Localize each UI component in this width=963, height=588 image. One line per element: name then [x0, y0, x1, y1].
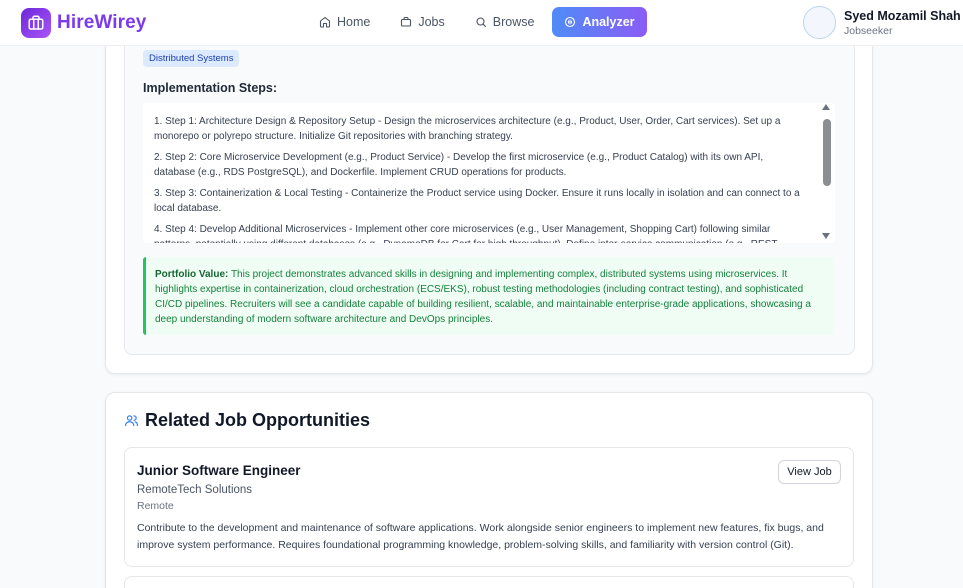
home-icon	[319, 16, 331, 28]
scrollbar-thumb[interactable]	[823, 119, 831, 186]
scroll-down-arrow-icon[interactable]	[822, 233, 830, 239]
main-nav: Home Jobs Browse Analyzer	[307, 7, 653, 37]
view-job-button[interactable]: View Job	[778, 460, 841, 484]
job-company: RemoteTech Solutions	[137, 484, 253, 496]
related-jobs-heading: Related Job Opportunities	[124, 410, 370, 431]
skill-tag: Distributed Systems	[143, 50, 240, 67]
implementation-heading: Implementation Steps:	[143, 81, 278, 95]
nav-item-analyzer[interactable]: Analyzer	[552, 7, 647, 37]
avatar[interactable]	[803, 6, 836, 39]
info-icon	[565, 16, 576, 28]
nav-item-label: Browse	[492, 15, 535, 29]
user-role: Jobseeker	[844, 24, 893, 37]
list-item: 1. Step 1: Architecture Design & Reposit…	[154, 116, 781, 142]
list-item: 4. Step 4: Develop Additional Microservi…	[154, 224, 777, 243]
user-meta: Syed Mozamil Shah Jobseeker	[844, 8, 961, 38]
portfolio-value-callout: Portfolio Value: This project demonstrat…	[143, 257, 834, 335]
top-navbar: HireWirey Home Jobs Browse Analyzer Syed…	[0, 0, 963, 46]
implementation-steps-scrollbox[interactable]: 1. Step 1: Architecture Design & Reposit…	[143, 103, 835, 243]
briefcase-icon	[21, 8, 51, 38]
nav-item-home[interactable]: Home	[307, 7, 382, 37]
steps-list: 1. Step 1: Architecture Design & Reposit…	[154, 114, 806, 243]
user-name: Syed Mozamil Shah	[844, 8, 961, 23]
job-description: Contribute to the development and mainte…	[137, 522, 824, 551]
nav-item-browse[interactable]: Browse	[463, 7, 547, 37]
job-card	[124, 576, 854, 588]
portfolio-label: Portfolio Value:	[155, 269, 229, 280]
list-item: 2. Step 2: Core Microservice Development…	[154, 152, 764, 178]
related-jobs-title: Related Job Opportunities	[145, 410, 371, 430]
nav-item-label: Analyzer	[582, 15, 635, 29]
search-icon	[476, 17, 486, 28]
list-item: 3. Step 3: Containerization & Local Test…	[154, 188, 800, 214]
job-title: Junior Software Engineer	[137, 463, 301, 478]
nav-item-jobs[interactable]: Jobs	[388, 7, 456, 37]
portfolio-text: This project demonstrates advanced skill…	[155, 269, 811, 325]
nav-item-label: Jobs	[418, 15, 445, 29]
brand-name: HireWirey	[57, 12, 147, 33]
brand-logo[interactable]: HireWirey	[21, 8, 146, 38]
user-menu[interactable]: Syed Mozamil Shah Jobseeker	[803, 6, 961, 39]
job-location: Remote	[137, 500, 174, 512]
nav-item-label: Home	[337, 15, 371, 29]
briefcase-icon	[401, 16, 412, 27]
users-icon	[124, 415, 139, 427]
scroll-up-arrow-icon[interactable]	[822, 104, 830, 110]
